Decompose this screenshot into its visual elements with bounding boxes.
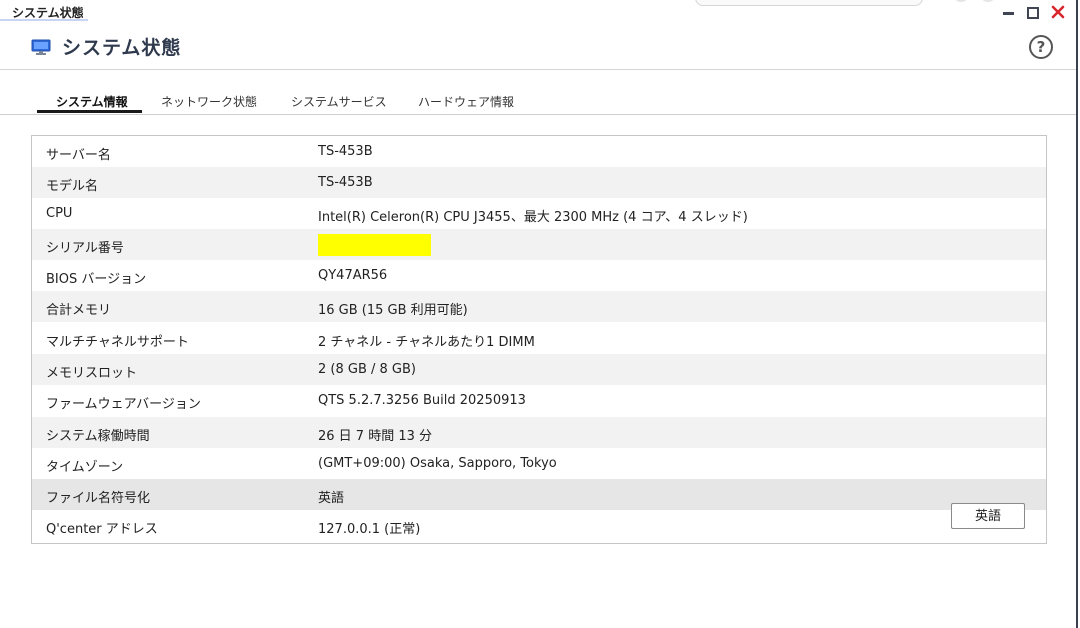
- row-label: Q'center アドレス: [46, 522, 158, 537]
- filename-encoding-button[interactable]: 英語: [951, 503, 1025, 529]
- row-label: シリアル番号: [46, 241, 124, 256]
- row-value: TS-453B: [318, 175, 373, 190]
- active-tab-indicator: [37, 110, 142, 113]
- tab-system-info[interactable]: システム情報: [56, 93, 128, 110]
- table-row: CPU Intel(R) Celeron(R) CPU J3455、最大 230…: [32, 198, 1046, 229]
- serial-number-redaction: [318, 234, 431, 256]
- row-value: 26 日 7 時間 13 分: [318, 429, 433, 444]
- minimize-icon: [1003, 12, 1014, 15]
- window-titlebar: システム状態: [0, 0, 1076, 22]
- window-title-underline: [0, 19, 88, 21]
- row-label: サーバー名: [46, 148, 111, 163]
- row-label: システム稼働時間: [46, 429, 150, 444]
- row-value: 英語: [318, 491, 345, 506]
- row-label: モデル名: [46, 179, 99, 194]
- minimize-button[interactable]: [1001, 4, 1017, 20]
- tab-bar: システム情報 ネットワーク状態 システムサービス ハードウェア情報: [0, 70, 1076, 115]
- row-value: 16 GB (15 GB 利用可能): [318, 303, 468, 318]
- row-label: メモリスロット: [46, 366, 138, 381]
- table-row: タイムゾーン (GMT+09:00) Osaka, Sapporo, Tokyo: [32, 448, 1046, 479]
- monitor-icon: [31, 39, 51, 55]
- maximize-button[interactable]: [1025, 4, 1041, 20]
- background-icon: [982, 0, 994, 2]
- row-value: QY47AR56: [318, 268, 388, 283]
- table-row: BIOS バージョン QY47AR56: [32, 260, 1046, 291]
- page-title: システム状態: [62, 37, 182, 59]
- system-status-window: システム状態 システム状態 ? システム情報 ネットワーク状態 システムサービス…: [0, 0, 1078, 628]
- row-value: 127.0.0.1 (正常): [318, 522, 421, 537]
- background-icon: [955, 0, 967, 2]
- maximize-icon: [1027, 7, 1039, 19]
- close-button[interactable]: [1050, 4, 1066, 20]
- table-row: システム稼働時間 26 日 7 時間 13 分: [32, 417, 1046, 448]
- row-label: 合計メモリ: [46, 303, 112, 318]
- row-value: (GMT+09:00) Osaka, Sapporo, Tokyo: [318, 456, 557, 471]
- row-value: 2 チャネル - チャネルあたり1 DIMM: [318, 335, 535, 350]
- help-icon[interactable]: ?: [1029, 35, 1053, 59]
- close-icon: [1051, 5, 1065, 19]
- row-value: TS-453B: [318, 144, 373, 159]
- tab-hardware-info[interactable]: ハードウェア情報: [418, 93, 514, 110]
- tab-network-status[interactable]: ネットワーク状態: [161, 93, 257, 110]
- table-row: モデル名 TS-453B: [32, 167, 1046, 198]
- table-row: ファームウェアバージョン QTS 5.2.7.3256 Build 202509…: [32, 385, 1046, 416]
- background-search-field: [695, 0, 923, 6]
- table-row: ファイル名符号化 英語: [32, 479, 1046, 510]
- row-value: Intel(R) Celeron(R) CPU J3455、最大 2300 MH…: [318, 210, 748, 225]
- table-row: サーバー名 TS-453B: [32, 136, 1046, 167]
- table-row: シリアル番号: [32, 229, 1046, 260]
- row-value: QTS 5.2.7.3256 Build 20250913: [318, 393, 526, 408]
- tab-system-services[interactable]: システムサービス: [291, 93, 387, 110]
- row-label: ファイル名符号化: [46, 491, 151, 506]
- table-row: マルチチャネルサポート 2 チャネル - チャネルあたり1 DIMM: [32, 323, 1046, 354]
- row-label: CPU: [46, 206, 73, 221]
- row-value: 2 (8 GB / 8 GB): [318, 362, 416, 377]
- row-label: ファームウェアバージョン: [46, 397, 201, 412]
- app-header: システム状態 ?: [0, 22, 1076, 70]
- row-label: BIOS バージョン: [46, 272, 147, 287]
- row-label: タイムゾーン: [46, 460, 124, 475]
- table-row: Q'center アドレス 127.0.0.1 (正常): [32, 510, 1046, 541]
- table-row: メモリスロット 2 (8 GB / 8 GB): [32, 354, 1046, 385]
- row-label: マルチチャネルサポート: [46, 335, 189, 350]
- system-info-table: サーバー名 TS-453B モデル名 TS-453B CPU Intel(R) …: [31, 135, 1047, 544]
- table-row: 合計メモリ 16 GB (15 GB 利用可能): [32, 291, 1046, 322]
